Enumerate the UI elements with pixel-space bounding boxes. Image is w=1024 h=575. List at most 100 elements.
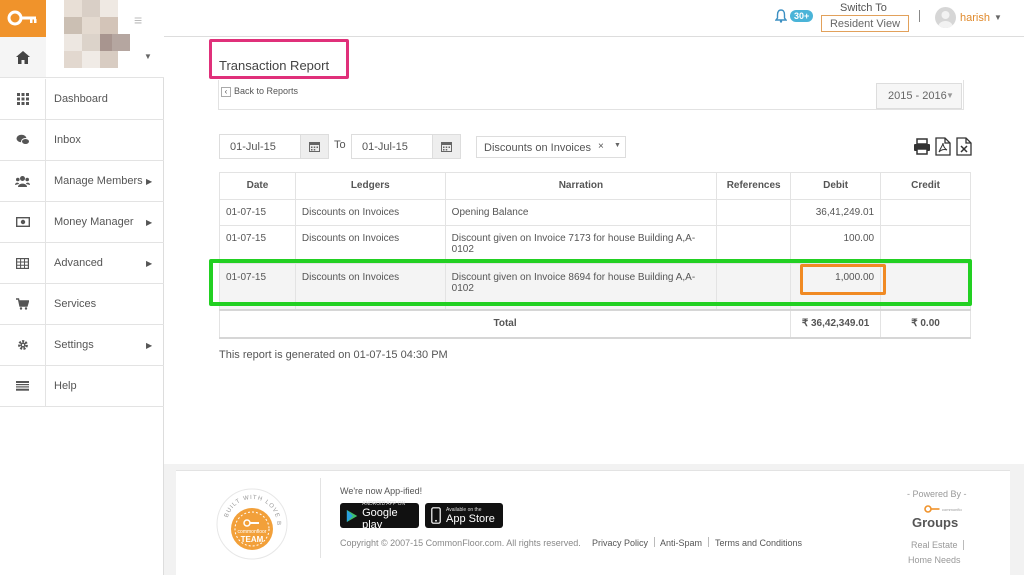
debit-highlight [800,264,886,295]
sidebar-item-label: Money Manager [54,216,134,228]
back-to-reports-link[interactable]: Back to Reports [234,86,298,96]
table-row[interactable]: 01-07-15 Discounts on Invoices Opening Bal… [219,199,971,226]
total-debit: ₹ 36,42,349.01 [790,308,882,339]
google-play-button[interactable]: ANDROID APP ON Google play [340,501,419,531]
copyright: Copyright © 2007-15 CommonFloor.com. All… [340,538,581,548]
transaction-table: Date Ledgers Narration References Debit Credi… [218,172,971,339]
app-store-button[interactable]: Available on the App Store [425,503,503,528]
sidebar-item-label: Advanced [54,257,103,269]
footer-divider [320,478,321,558]
gplay-label: Google play [362,506,398,531]
user-avatar[interactable] [935,7,956,28]
chevron-left-icon[interactable]: ‹ [221,87,231,97]
appified-text: We're now App-ified! [340,486,423,496]
cell-date: 01-07-15 [219,199,296,226]
link-separator [708,537,709,547]
money-icon [0,201,46,243]
to-calendar-button[interactable] [433,134,461,159]
generated-note: This report is generated on 01-07-15 04:… [219,349,448,361]
clear-icon[interactable]: × [598,141,604,152]
home-button[interactable] [0,37,46,78]
footer [176,470,1010,575]
from-date-input[interactable]: 01-Jul-15 [219,134,301,159]
column-header[interactable]: Credit [880,172,971,200]
sidebar-item-services[interactable]: Services [0,283,164,325]
from-calendar-button[interactable] [301,134,329,159]
pdf-icon[interactable] [935,137,953,156]
cart-icon [0,283,46,325]
sidebar-item-help[interactable]: Help [0,365,164,407]
powered-by: - Powered By - [907,489,967,499]
column-header[interactable]: Ledgers [294,172,446,200]
user-icon [938,11,953,28]
chevron-down-icon[interactable]: ▼ [946,91,954,100]
title-highlight [209,39,349,79]
cell-ledger: Discounts on Invoices [294,199,446,226]
link-separator [654,537,655,547]
link-separator [963,540,964,550]
groups-logo: commonfloor Groups [912,504,966,532]
to-date-input[interactable]: 01-Jul-15 [351,134,433,159]
badge-team: TEAM [241,535,264,544]
switch-label: Switch To [840,2,887,14]
column-header[interactable]: Narration [444,172,718,200]
calendar-icon [441,142,452,152]
key-icon [7,10,37,26]
anti-spam-link[interactable]: Anti-Spam [660,538,702,548]
report-toolbar [218,80,964,110]
cell-date: 01-07-15 [219,225,296,264]
total-row: Total ₹ 36,42,349.01 ₹ 0.00 [218,308,971,339]
cell-credit [880,225,971,264]
chevron-right-icon: ▶ [146,217,153,227]
column-header[interactable]: References [716,172,792,200]
grid-icon [0,78,46,120]
sidebar-item-label: Dashboard [54,93,108,105]
column-header[interactable]: Date [219,172,296,200]
excel-icon[interactable] [956,137,974,156]
table-icon [0,242,46,284]
cell-ref [716,225,792,264]
privacy-policy-link[interactable]: Privacy Policy [592,538,648,548]
real-estate-link[interactable]: Real Estate [911,540,958,550]
logo[interactable] [0,0,46,37]
to-label: To [334,139,346,151]
user-name[interactable]: harish [960,12,990,24]
sidebar-item-advanced[interactable]: Advanced ▶ [0,242,164,284]
sidebar-item-manage-members[interactable]: Manage Members ▶ [0,160,164,202]
cell-narration: Opening Balance [444,199,718,226]
phone-icon [431,507,441,524]
chevron-down-icon[interactable]: ▼ [614,142,621,149]
home-needs-link[interactable]: Home Needs [908,555,961,565]
bell-icon[interactable] [774,9,788,26]
sidebar-item-money-manager[interactable]: Money Manager ▶ [0,201,164,243]
list-icon [0,365,46,407]
column-header[interactable]: Debit [790,172,882,200]
cell-credit [880,199,971,226]
gear-icon [0,324,46,366]
chevron-right-icon: ▶ [146,176,153,186]
resident-view-button[interactable]: Resident View [821,15,909,32]
chevron-right-icon: ▶ [146,340,153,350]
terms-link[interactable]: Terms and Conditions [715,538,802,548]
user-caret-icon[interactable]: ▼ [994,13,1002,22]
sidebar-item-label: Manage Members [54,175,143,187]
caret-down-icon[interactable]: ▼ [144,52,152,61]
menu-icon[interactable]: ≡ [134,12,142,28]
chevron-right-icon: ▶ [146,258,153,268]
print-icon[interactable] [913,137,931,156]
notification-badge[interactable]: 30+ [790,10,814,22]
table-row[interactable]: 01-07-15 Discounts on Invoices Discount gi… [219,225,971,264]
sidebar-item-inbox[interactable]: Inbox [0,119,164,161]
divider [919,10,920,22]
users-icon [0,160,46,202]
society-avatar[interactable] [46,0,164,78]
cell-debit: 100.00 [790,225,882,264]
calendar-icon [309,142,320,152]
sidebar-item-settings[interactable]: Settings ▶ [0,324,164,366]
sidebar-item-dashboard[interactable]: Dashboard [0,78,164,120]
total-credit: ₹ 0.00 [880,308,971,339]
home-icon [16,50,30,64]
sidebar-item-label: Inbox [54,134,81,146]
cell-debit: 36,41,249.01 [790,199,882,226]
cell-ledger: Discounts on Invoices [294,225,446,264]
